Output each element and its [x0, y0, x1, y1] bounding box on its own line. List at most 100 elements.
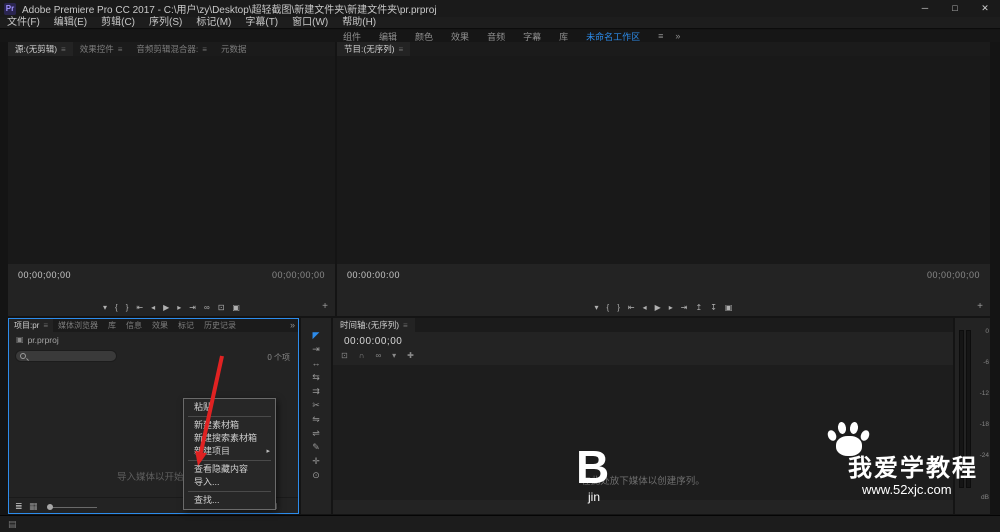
timeline-add-marker-icon[interactable]: ▾ — [392, 351, 396, 360]
zoom-slider[interactable] — [49, 507, 97, 508]
program-export-frame-button[interactable]: ▣ — [725, 303, 733, 312]
close-icon[interactable]: ✕ — [970, 0, 1000, 17]
maximize-icon[interactable]: □ — [940, 0, 970, 17]
search-icon — [20, 353, 26, 359]
program-step-back-button[interactable]: ◂ — [643, 303, 647, 312]
menu-sequence[interactable]: 序列(S) — [142, 17, 189, 29]
program-play-button[interactable]: ▶ — [655, 303, 661, 312]
context-menu-new-search-bin[interactable]: 新建搜索素材箱 — [184, 432, 275, 445]
source-step-forward-button[interactable]: ▸ — [177, 303, 181, 312]
source-loop-button[interactable]: ∞ — [204, 303, 210, 312]
context-menu-new-bin[interactable]: 新建素材箱 — [184, 419, 275, 432]
context-menu-separator — [188, 416, 271, 417]
rate-stretch-tool-icon[interactable]: ⇉ — [301, 384, 331, 398]
tab-media-browser[interactable]: 媒体浏览器 — [53, 319, 103, 332]
source-panel-menu-icon[interactable]: ≡ — [61, 45, 66, 54]
workspace-tab-assembly[interactable]: 组件 — [343, 30, 361, 43]
source-play-button[interactable]: ▶ — [163, 303, 169, 312]
project-tabs-overflow-icon[interactable]: » — [290, 320, 295, 330]
workspace-tab-unnamed[interactable]: 未命名工作区 — [586, 30, 640, 43]
zoom-slider-knob[interactable] — [47, 504, 53, 510]
audio-clip-mixer-menu-icon[interactable]: ≡ — [202, 45, 207, 54]
workspace-tab-audio[interactable]: 音频 — [487, 30, 505, 43]
context-menu-new-item[interactable]: 新建项目 ▸ — [184, 445, 275, 458]
program-add-button[interactable]: + — [977, 301, 983, 312]
workspace-tab-color[interactable]: 颜色 — [415, 30, 433, 43]
razor-tool-icon[interactable]: ✂ — [301, 398, 331, 412]
workspace-tab-libraries[interactable]: 库 — [559, 30, 568, 43]
timeline-panel-menu-icon[interactable]: ≡ — [403, 321, 408, 330]
tab-project[interactable]: 项目:pr ≡ — [9, 319, 53, 332]
workspace-tab-effects[interactable]: 效果 — [451, 30, 469, 43]
context-menu-find[interactable]: 查找... — [184, 494, 275, 507]
context-menu-view-hidden[interactable]: 查看隐藏内容 — [184, 463, 275, 476]
menu-titles[interactable]: 字幕(T) — [238, 17, 285, 29]
program-mark-out-button[interactable]: } — [617, 303, 620, 312]
zoom-tool-icon[interactable]: ⊙ — [301, 468, 331, 482]
menu-window[interactable]: 窗口(W) — [285, 17, 335, 29]
tab-effects[interactable]: 效果 — [147, 319, 173, 332]
program-mark-in-button[interactable]: { — [607, 303, 610, 312]
tab-program[interactable]: 节目:(无序列) ≡ — [337, 42, 410, 56]
program-panel-menu-icon[interactable]: ≡ — [399, 45, 404, 54]
program-go-to-in-button[interactable]: ⇤ — [628, 303, 635, 312]
program-step-forward-button[interactable]: ▸ — [669, 303, 673, 312]
source-go-to-out-button[interactable]: ⇥ — [189, 303, 196, 312]
context-menu-paste[interactable]: 粘贴 — [184, 401, 275, 414]
menu-file[interactable]: 文件(F) — [0, 17, 47, 29]
source-safe-margins-button[interactable]: ⊡ — [218, 303, 225, 312]
icon-view-icon[interactable]: ▦ — [29, 501, 38, 512]
tab-markers[interactable]: 标记 — [173, 319, 199, 332]
hand-tool-icon[interactable]: ✛ — [301, 454, 331, 468]
menu-edit[interactable]: 编辑(E) — [47, 17, 94, 29]
pen-tool-icon[interactable]: ✎ — [301, 440, 331, 454]
source-mark-in-button[interactable]: { — [115, 303, 118, 312]
workspace-tab-captions[interactable]: 字幕 — [523, 30, 541, 43]
program-go-to-out-button[interactable]: ⇥ — [681, 303, 688, 312]
timeline-settings-icon[interactable]: ✚ — [407, 351, 414, 360]
nest-toggle-icon[interactable]: ⊡ — [341, 351, 348, 360]
watermark-small-text: jin — [588, 490, 600, 504]
menu-clip[interactable]: 剪辑(C) — [94, 17, 142, 29]
slide-tool-icon[interactable]: ⇌ — [301, 426, 331, 440]
program-lift-button[interactable]: ↥ — [695, 303, 702, 312]
program-add-marker-button[interactable]: ▾ — [595, 303, 599, 312]
source-go-to-in-button[interactable]: ⇤ — [136, 303, 143, 312]
source-add-marker-button[interactable]: ▾ — [103, 303, 107, 312]
search-input[interactable] — [15, 350, 117, 362]
context-menu-import[interactable]: 导入... — [184, 476, 275, 489]
slip-tool-icon[interactable]: ⇋ — [301, 412, 331, 426]
menu-markers[interactable]: 标记(M) — [189, 17, 238, 29]
effect-controls-menu-icon[interactable]: ≡ — [118, 45, 123, 54]
track-select-forward-tool-icon[interactable]: ⇥ — [301, 342, 331, 356]
minimize-icon[interactable]: ─ — [910, 0, 940, 17]
workspace-overflow-icon[interactable]: » — [675, 31, 680, 41]
tab-project-label: 项目:pr — [14, 320, 39, 331]
selection-tool-icon[interactable]: ◤ — [301, 328, 331, 342]
program-viewer — [337, 56, 990, 264]
ripple-edit-tool-icon[interactable]: ↔ — [301, 356, 331, 370]
tab-history[interactable]: 历史记录 — [199, 319, 241, 332]
project-panel-menu-icon[interactable]: ≡ — [43, 321, 48, 330]
source-step-back-button[interactable]: ◂ — [151, 303, 155, 312]
program-extract-button[interactable]: ↧ — [710, 303, 717, 312]
watermark-big-letter: B — [576, 440, 609, 494]
source-export-frame-button[interactable]: ▣ — [232, 303, 240, 312]
rolling-edit-tool-icon[interactable]: ⇆ — [301, 370, 331, 384]
workspace-tab-editing[interactable]: 编辑 — [379, 30, 397, 43]
project-breadcrumb-label[interactable]: pr.prproj — [28, 335, 59, 345]
menu-help[interactable]: 帮助(H) — [335, 17, 383, 29]
list-view-icon[interactable]: ≣ — [15, 501, 23, 512]
snap-icon[interactable]: ∩ — [359, 351, 365, 360]
workspace-menu-icon[interactable]: ≡ — [658, 31, 663, 41]
source-mark-out-button[interactable]: } — [126, 303, 129, 312]
linked-selection-icon[interactable]: ∞ — [375, 351, 381, 360]
tab-metadata[interactable]: 元数据 — [214, 42, 254, 56]
tab-libraries[interactable]: 库 — [103, 319, 121, 332]
tab-effect-controls[interactable]: 效果控件 ≡ — [73, 42, 130, 56]
tab-audio-clip-mixer[interactable]: 音频剪辑混合器: ≡ — [129, 42, 214, 56]
tab-source[interactable]: 源:(无剪辑) ≡ — [8, 42, 73, 56]
tab-info[interactable]: 信息 — [121, 319, 147, 332]
tab-timeline[interactable]: 时间轴:(无序列) ≡ — [333, 318, 415, 332]
source-add-button[interactable]: + — [322, 301, 328, 312]
